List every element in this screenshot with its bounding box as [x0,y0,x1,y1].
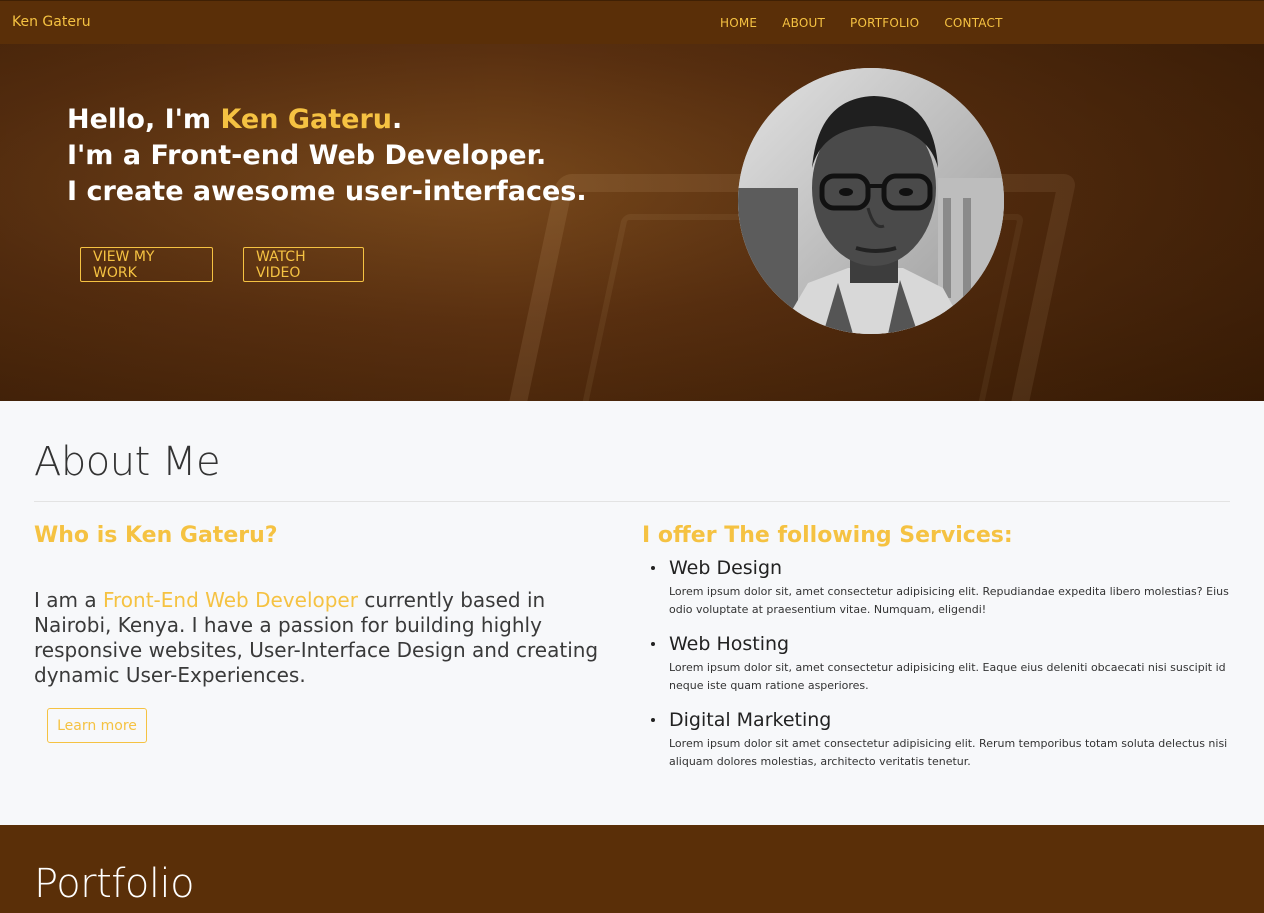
bullet-icon [651,718,655,722]
profile-photo-icon [738,68,1004,334]
hero-line-2: I'm a Front-end Web Developer. [67,140,547,171]
service-description: Lorem ipsum dolor sit amet consectetur a… [669,737,1228,768]
hero-section: Hello, I'm Ken Gateru. I'm a Front-end W… [0,44,1264,401]
nav-links: HOME ABOUT PORTFOLIO CONTACT [720,16,1028,30]
nav-about[interactable]: ABOUT [782,16,825,30]
who-heading: Who is Ken Gateru? [34,523,278,548]
bio-text: I am a Front-End Web Developer currently… [34,588,624,688]
profile-photo [738,68,1004,334]
service-item: Digital Marketing Lorem ipsum dolor sit … [642,707,1232,771]
service-title: Web Design [669,557,783,579]
services-heading: I offer The following Services: [642,523,1013,548]
hero-name: Ken Gateru [220,104,393,135]
about-section: About Me Who is Ken Gateru? I am a Front… [0,401,1264,825]
service-description: Lorem ipsum dolor sit, amet consectetur … [669,585,1229,616]
service-title: Digital Marketing [669,709,832,731]
bio-prefix: I am a [34,588,103,612]
hero-overlay [0,44,1264,401]
portfolio-title: Portfolio [34,861,195,907]
watch-video-button[interactable]: WATCH VIDEO [243,247,364,282]
bullet-icon [651,566,655,570]
hero-line-3: I create awesome user-interfaces. [67,176,587,207]
service-title: Web Hosting [669,633,790,655]
service-description: Lorem ipsum dolor sit, amet consectetur … [669,661,1226,692]
learn-more-button[interactable]: Learn more [47,708,147,743]
nav-portfolio[interactable]: PORTFOLIO [850,16,919,30]
navbar: Ken Gateru HOME ABOUT PORTFOLIO CONTACT [0,0,1264,44]
service-item: Web Design Lorem ipsum dolor sit, amet c… [642,555,1232,619]
portfolio-section: Portfolio [0,825,1264,913]
services-list: Web Design Lorem ipsum dolor sit, amet c… [642,555,1232,783]
about-divider [34,501,1230,502]
hero-greeting: Hello, I'm [67,104,221,135]
hero-line-1: Hello, I'm Ken Gateru. [67,102,587,138]
nav-contact[interactable]: CONTACT [944,16,1002,30]
service-item: Web Hosting Lorem ipsum dolor sit, amet … [642,631,1232,695]
hero-heading: Hello, I'm Ken Gateru. I'm a Front-end W… [67,102,587,210]
bullet-icon [651,642,655,646]
hero-greeting-suffix: . [392,104,403,135]
view-my-work-button[interactable]: VIEW MY WORK [80,247,213,282]
bio-highlight: Front-End Web Developer [102,588,358,612]
nav-home[interactable]: HOME [720,16,757,30]
about-title: About Me [34,439,221,485]
brand-link[interactable]: Ken Gateru [12,14,91,30]
